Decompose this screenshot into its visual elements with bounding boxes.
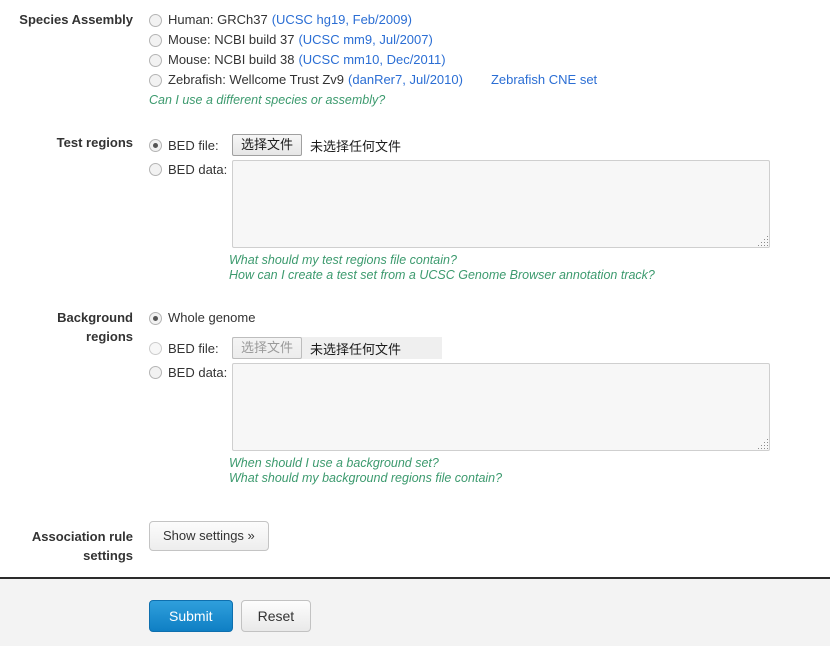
association-rule-label: Association rule settings — [0, 521, 133, 565]
association-rule-controls: Show settings » — [133, 521, 830, 551]
background-whole-genome-row[interactable]: Whole genome — [149, 308, 830, 328]
background-regions-label-line1: Background — [57, 310, 133, 325]
radio-mouse-build-38[interactable] — [149, 53, 162, 67]
background-file-input: 选择文件 未选择任何文件 — [232, 337, 442, 359]
submit-button[interactable]: Submit — [149, 600, 233, 632]
test-regions-textarea[interactable] — [232, 160, 770, 248]
background-file-status: 未选择任何文件 — [310, 341, 402, 357]
radio-test-bed-file[interactable] — [149, 138, 162, 152]
species-option-human-name: Human: GRCh37 — [168, 12, 268, 27]
background-data-label: BED data: — [168, 365, 228, 380]
footer-buttons: Submit Reset — [0, 579, 830, 632]
test-regions-file-label: BED file: — [168, 137, 219, 153]
species-option-zebrafish-assembly-link[interactable]: (danRer7, Jul/2010) — [348, 70, 463, 90]
show-settings-button[interactable]: Show settings » — [149, 521, 269, 551]
background-file-label: BED file: — [168, 340, 219, 356]
background-data-row: BED data: — [149, 363, 830, 451]
background-help-link-1[interactable]: When should I use a background set? — [229, 456, 830, 471]
species-assembly-label: Species Assembly — [19, 12, 133, 27]
species-option-zebrafish-name: Zebrafish: Wellcome Trust Zv9 — [168, 72, 345, 87]
radio-zebrafish[interactable] — [149, 73, 162, 87]
test-regions-choose-file-button[interactable]: 选择文件 — [232, 134, 303, 156]
background-textarea[interactable] — [232, 363, 770, 451]
background-choose-file-button: 选择文件 — [232, 337, 303, 359]
test-regions-data-row: BED data: — [149, 160, 830, 248]
species-option-human[interactable]: Human: GRCh37 (UCSC hg19, Feb/2009) — [149, 10, 830, 30]
background-file-row[interactable]: BED file: 选择文件 未选择任何文件 — [149, 336, 830, 360]
radio-whole-genome[interactable] — [149, 311, 162, 325]
reset-button[interactable]: Reset — [240, 600, 312, 632]
species-option-mouse37-name: Mouse: NCBI build 37 — [168, 32, 295, 47]
species-assembly-options: Human: GRCh37 (UCSC hg19, Feb/2009) Mous… — [133, 10, 830, 108]
radio-test-bed-data[interactable] — [149, 163, 162, 176]
radio-mouse-build-37[interactable] — [149, 33, 162, 47]
test-regions-controls: BED file: 选择文件 未选择任何文件 BED data: What sh… — [133, 133, 830, 283]
species-option-mouse38-assembly-link[interactable]: (UCSC mm10, Dec/2011) — [298, 50, 445, 70]
test-regions-label: Test regions — [56, 135, 133, 150]
background-textarea-wrap — [232, 363, 770, 451]
test-regions-help-block: What should my test regions file contain… — [229, 253, 830, 283]
form-footer: Submit Reset — [0, 577, 830, 646]
association-rule-label-line1: Association rule — [31, 529, 133, 544]
background-regions-label: Background regions — [0, 308, 133, 346]
test-regions-file-status: 未选择任何文件 — [310, 138, 402, 154]
test-regions-help-link-2[interactable]: How can I create a test set from a UCSC … — [229, 268, 830, 283]
test-regions-section: Test regions BED file: 选择文件 未选择任何文件 BED … — [0, 108, 830, 283]
species-option-zebrafish[interactable]: Zebrafish: Wellcome Trust Zv9 (danRer7, … — [149, 70, 830, 90]
species-option-mouse37-assembly-link[interactable]: (UCSC mm9, Jul/2007) — [298, 30, 432, 50]
association-rule-section: Association rule settings Show settings … — [0, 486, 830, 565]
species-option-mouse38[interactable]: Mouse: NCBI build 38 (UCSC mm10, Dec/201… — [149, 50, 830, 70]
species-option-mouse38-name: Mouse: NCBI build 38 — [168, 52, 295, 67]
association-rule-label-line2: settings — [83, 548, 133, 563]
test-regions-file-row[interactable]: BED file: 选择文件 未选择任何文件 — [149, 133, 830, 157]
background-help-block: When should I use a background set? What… — [229, 456, 830, 486]
radio-human[interactable] — [149, 13, 162, 27]
radio-background-bed-data[interactable] — [149, 366, 162, 379]
species-option-human-assembly-link[interactable]: (UCSC hg19, Feb/2009) — [272, 10, 412, 30]
background-regions-controls: Whole genome BED file: 选择文件 未选择任何文件 BED … — [133, 308, 830, 486]
test-regions-textarea-wrap — [232, 160, 770, 248]
test-regions-data-label: BED data: — [168, 162, 228, 177]
background-help-link-2[interactable]: What should my background regions file c… — [229, 471, 830, 486]
test-regions-file-input[interactable]: 选择文件 未选择任何文件 — [232, 134, 401, 156]
test-regions-help-link-1[interactable]: What should my test regions file contain… — [229, 253, 830, 268]
species-help-block: Can I use a different species or assembl… — [149, 93, 830, 108]
species-option-mouse37[interactable]: Mouse: NCBI build 37 (UCSC mm9, Jul/2007… — [149, 30, 830, 50]
background-regions-label-line2: regions — [86, 329, 133, 344]
zebrafish-cne-set-link[interactable]: Zebrafish CNE set — [491, 70, 597, 90]
radio-background-bed-file[interactable] — [149, 341, 162, 355]
background-whole-genome-label: Whole genome — [168, 310, 256, 325]
background-regions-section: Background regions Whole genome BED file… — [0, 283, 830, 486]
species-assembly-section: Species Assembly Human: GRCh37 (UCSC hg1… — [0, 0, 830, 108]
form-area: Species Assembly Human: GRCh37 (UCSC hg1… — [0, 0, 830, 577]
species-help-link[interactable]: Can I use a different species or assembl… — [149, 93, 830, 108]
